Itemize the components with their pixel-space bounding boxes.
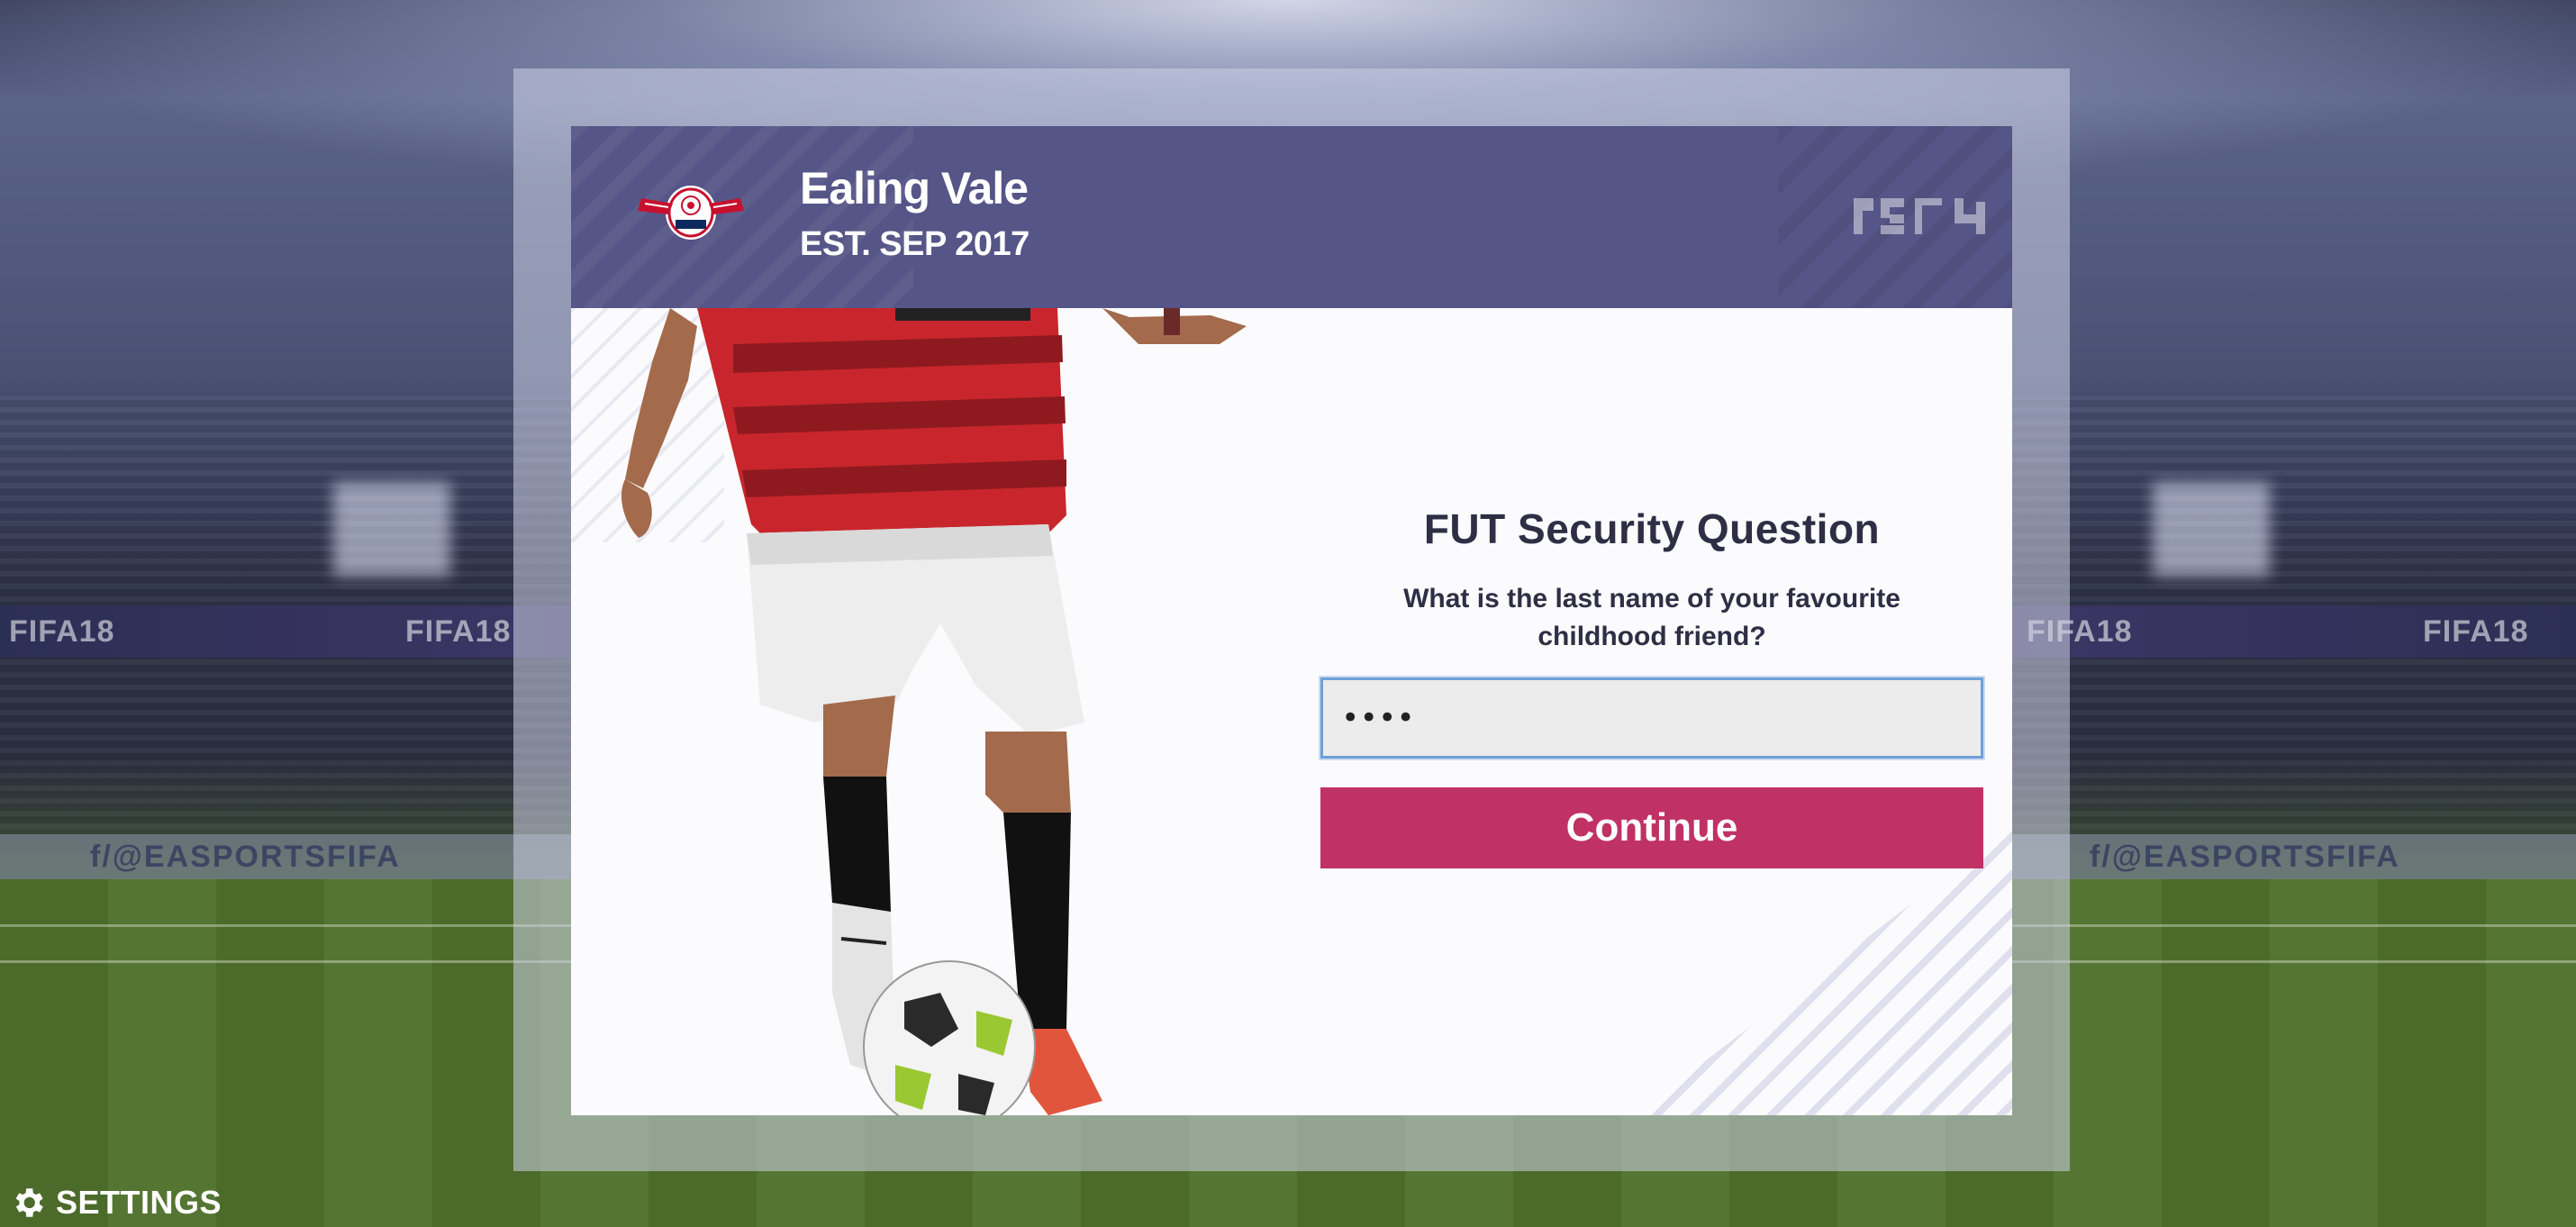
panel-stripes xyxy=(1634,827,2012,1115)
club-established: EST. SEP 2017 xyxy=(800,225,1029,263)
form-title: FUT Security Question xyxy=(1423,505,1881,552)
settings-button[interactable]: SETTINGS xyxy=(9,1180,222,1225)
led-board-text: FIFA18 xyxy=(9,614,115,649)
club-name: Ealing Vale xyxy=(800,163,1029,214)
led-board-text: FIFA18 xyxy=(2423,614,2529,649)
security-form: FUT Security Question What is the last n… xyxy=(1320,504,1983,868)
club-crest-icon xyxy=(638,186,744,240)
security-question-panel: Ealing Vale EST. SEP 2017 FUT Security Q… xyxy=(571,126,2012,1115)
settings-label: SETTINGS xyxy=(56,1184,222,1221)
continue-button[interactable]: Continue xyxy=(1320,787,1983,868)
answer-input[interactable] xyxy=(1320,677,1983,759)
security-question: What is the last name of your favourite … xyxy=(1403,584,1900,651)
gear-icon xyxy=(15,1188,43,1217)
stadium-light xyxy=(2153,482,2270,577)
player-image xyxy=(621,308,1247,1115)
ad-strip-text: f/@EASPORTSFIFA xyxy=(90,840,401,874)
ad-strip-text: f/@EASPORTSFIFA xyxy=(2090,840,2400,874)
stadium-light xyxy=(333,482,450,577)
ps4-logo xyxy=(1854,198,1985,234)
led-board-text: FIFA18 xyxy=(405,614,512,649)
club-header: Ealing Vale EST. SEP 2017 xyxy=(571,126,2012,308)
